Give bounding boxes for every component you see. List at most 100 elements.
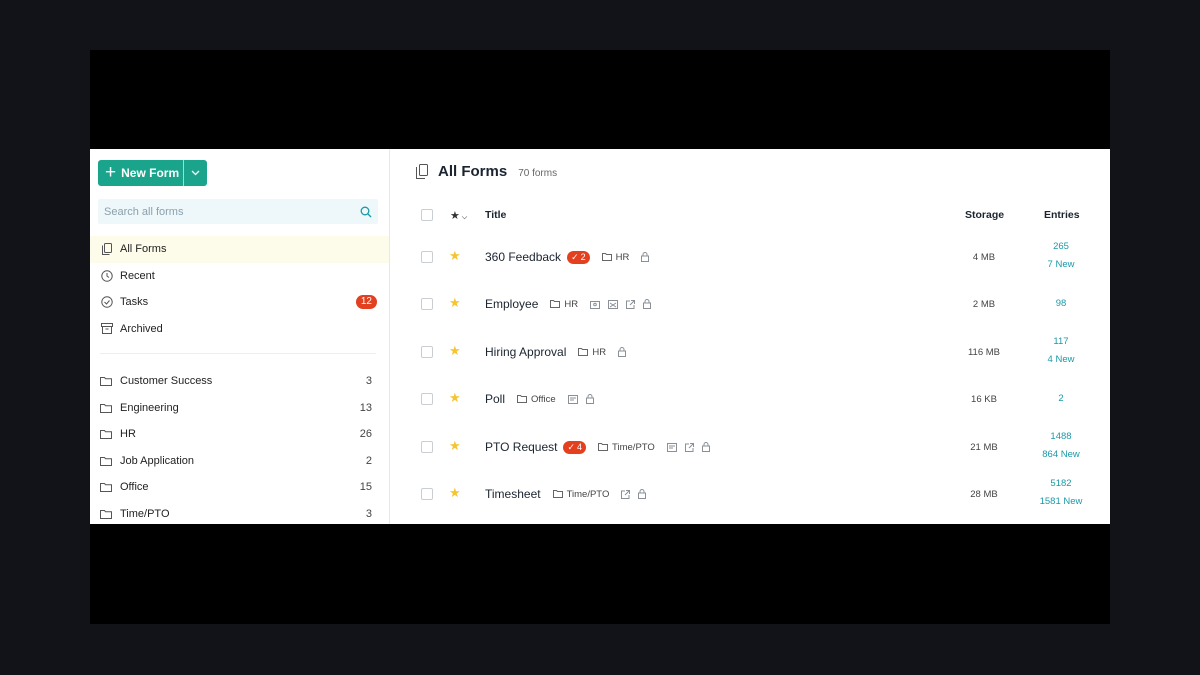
column-header-title[interactable]: Title bbox=[485, 209, 506, 221]
sidebar-item-label: All Forms bbox=[120, 243, 167, 256]
sidebar-item-recent[interactable]: Recent bbox=[90, 263, 389, 290]
folder-count: 2 bbox=[365, 454, 372, 467]
sidebar-nav: All Forms Recent Tasks 12 Archived bbox=[90, 236, 389, 342]
lock-icon bbox=[643, 299, 652, 309]
table-row[interactable]: ★ Timesheet Time/PTO 28 MB 5182 1581 New bbox=[390, 471, 1109, 518]
chevron-down-icon: ⌵ bbox=[461, 214, 468, 221]
folder-item-engineering[interactable]: Engineering 13 bbox=[90, 395, 389, 422]
folder-icon bbox=[517, 395, 528, 403]
entries-cell[interactable]: 5182 1581 New bbox=[1020, 475, 1102, 511]
table-header: ★ ⌵ Title Storage Entries bbox=[390, 206, 1109, 226]
star-icon[interactable]: ★ bbox=[449, 295, 461, 311]
entries-count[interactable]: 265 bbox=[1020, 238, 1102, 256]
entries-count[interactable]: 1488 bbox=[1020, 428, 1102, 446]
star-icon[interactable]: ★ bbox=[449, 343, 461, 359]
star-icon: ★ bbox=[450, 210, 460, 222]
folder-item-hr[interactable]: HR 26 bbox=[90, 421, 389, 448]
sidebar-item-archived[interactable]: Archived bbox=[90, 316, 389, 343]
task-badge[interactable]: ✓ 2 bbox=[567, 250, 590, 264]
folder-tag[interactable]: HR bbox=[601, 252, 629, 263]
entries-cell[interactable]: 265 7 New bbox=[1020, 238, 1102, 274]
column-header-storage[interactable]: Storage bbox=[965, 209, 1004, 221]
star-icon[interactable]: ★ bbox=[449, 248, 461, 264]
storage-value: 16 KB bbox=[971, 394, 997, 405]
storage-value: 2 MB bbox=[972, 299, 996, 310]
table-row[interactable]: ★ Poll Office 16 KB 2 bbox=[390, 376, 1109, 423]
storage-value: 4 MB bbox=[972, 252, 996, 263]
entries-cell[interactable]: 98 bbox=[1020, 295, 1102, 313]
form-title[interactable]: 360 Feedback bbox=[485, 250, 561, 264]
form-title[interactable]: Timesheet bbox=[485, 487, 541, 501]
new-entries[interactable]: 1581 New bbox=[1020, 493, 1102, 511]
table-row[interactable]: ★ 360 Feedback ✓ 2 HR 4 MB 265 7 New bbox=[390, 234, 1109, 281]
table-row[interactable]: ★ PTO Request ✓ 4 Time/PTO 21 MB 1488 864… bbox=[390, 424, 1109, 471]
external-link-icon bbox=[621, 489, 631, 499]
form-title[interactable]: Hiring Approval bbox=[485, 345, 566, 359]
forms-icon bbox=[416, 163, 430, 180]
search-icon[interactable] bbox=[360, 206, 372, 218]
folder-tag[interactable]: HR bbox=[550, 299, 578, 310]
entries-count[interactable]: 98 bbox=[1020, 295, 1102, 313]
folder-count: 15 bbox=[359, 481, 372, 494]
sidebar-item-all-forms[interactable]: All Forms bbox=[90, 236, 389, 263]
folder-item-office[interactable]: Office 15 bbox=[90, 474, 389, 501]
entries-cell[interactable]: 1488 864 New bbox=[1020, 428, 1102, 464]
storage-value: 116 MB bbox=[967, 347, 1001, 358]
entries-count[interactable]: 117 bbox=[1020, 333, 1102, 351]
sidebar-divider bbox=[100, 353, 376, 354]
select-all-checkbox[interactable] bbox=[421, 209, 433, 221]
folder-tag[interactable]: Office bbox=[517, 394, 556, 405]
star-icon[interactable]: ★ bbox=[449, 485, 461, 501]
form-title[interactable]: Employee bbox=[485, 297, 538, 311]
external-link-icon bbox=[684, 442, 694, 452]
task-badge[interactable]: ✓ 4 bbox=[563, 440, 587, 454]
star-icon[interactable]: ★ bbox=[449, 438, 461, 454]
folder-icon bbox=[100, 375, 113, 388]
folder-label: Customer Success bbox=[120, 375, 213, 388]
folder-item-customer-success[interactable]: Customer Success 3 bbox=[90, 368, 389, 395]
entries-cell[interactable]: 2 bbox=[1020, 390, 1102, 408]
row-checkbox[interactable] bbox=[421, 346, 433, 358]
row-checkbox[interactable] bbox=[421, 441, 433, 453]
entries-cell[interactable]: 117 4 New bbox=[1020, 333, 1102, 369]
folder-tag[interactable]: HR bbox=[578, 347, 606, 358]
column-header-entries[interactable]: Entries bbox=[1044, 209, 1080, 221]
folder-icon bbox=[100, 401, 113, 414]
main-content: All Forms 70 forms ★ ⌵ Title Storage Entr… bbox=[390, 149, 1110, 524]
new-entries[interactable]: 864 New bbox=[1020, 446, 1102, 464]
new-entries[interactable]: 7 New bbox=[1020, 256, 1102, 274]
row-checkbox[interactable] bbox=[421, 393, 433, 405]
entries-count[interactable]: 2 bbox=[1020, 390, 1102, 408]
folder-icon bbox=[100, 428, 113, 441]
folder-icon bbox=[100, 454, 113, 467]
new-form-button-group: + New Form bbox=[98, 160, 207, 186]
row-title-cell: Hiring Approval HR bbox=[485, 345, 627, 359]
sidebar-item-label: Archived bbox=[120, 322, 163, 335]
form-title[interactable]: Poll bbox=[485, 392, 505, 406]
video-frame: + New Form All Forms Recent bbox=[90, 50, 1110, 624]
row-checkbox[interactable] bbox=[421, 298, 433, 310]
folder-list: Customer Success 3 Engineering 13 HR 26 … bbox=[90, 368, 389, 524]
row-checkbox[interactable] bbox=[421, 488, 433, 500]
forms-icon bbox=[100, 243, 113, 256]
new-form-button[interactable]: + New Form bbox=[98, 160, 183, 186]
form-title[interactable]: PTO Request bbox=[485, 440, 557, 454]
table-row[interactable]: ★ Employee HR 2 MB 98 bbox=[390, 281, 1109, 328]
row-checkbox[interactable] bbox=[421, 251, 433, 263]
star-icon[interactable]: ★ bbox=[449, 390, 461, 406]
entries-count[interactable]: 5182 bbox=[1020, 475, 1102, 493]
folder-icon bbox=[100, 507, 113, 520]
row-title-cell: 360 Feedback ✓ 2 HR bbox=[485, 250, 650, 264]
folder-tag[interactable]: Time/PTO bbox=[598, 442, 655, 453]
new-form-dropdown-button[interactable] bbox=[183, 160, 207, 186]
search-input[interactable] bbox=[104, 205, 360, 218]
favorites-sort[interactable]: ★ ⌵ bbox=[450, 209, 467, 222]
table-row[interactable]: ★ Hiring Approval HR 116 MB 117 4 New bbox=[390, 329, 1109, 376]
new-entries[interactable]: 4 New bbox=[1020, 351, 1102, 369]
folder-item-time-pto[interactable]: Time/PTO 3 bbox=[90, 501, 389, 525]
sidebar-item-tasks[interactable]: Tasks 12 bbox=[90, 289, 389, 316]
folder-label: Job Application bbox=[120, 454, 194, 467]
folder-item-job-application[interactable]: Job Application 2 bbox=[90, 448, 389, 475]
folder-tag[interactable]: Time/PTO bbox=[552, 489, 609, 500]
lock-icon bbox=[641, 252, 650, 262]
